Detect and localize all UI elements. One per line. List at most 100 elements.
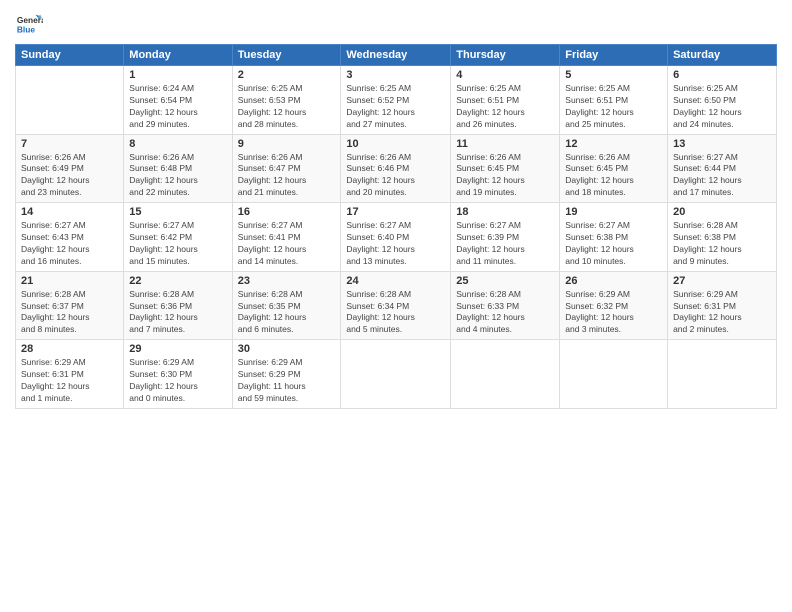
day-info: Sunrise: 6:28 AM Sunset: 6:35 PM Dayligh… xyxy=(238,289,336,337)
day-number: 11 xyxy=(456,138,554,150)
day-number: 29 xyxy=(129,343,226,355)
calendar-cell: 20 Sunrise: 6:28 AM Sunset: 6:38 PM Dayli… xyxy=(668,203,777,272)
day-number: 8 xyxy=(129,138,226,150)
day-header-wednesday: Wednesday xyxy=(341,45,451,66)
day-info: Sunrise: 6:28 AM Sunset: 6:36 PM Dayligh… xyxy=(129,289,226,337)
calendar-cell: 22 Sunrise: 6:28 AM Sunset: 6:36 PM Dayli… xyxy=(124,271,232,340)
calendar-cell xyxy=(668,340,777,409)
calendar-cell: 18 Sunrise: 6:27 AM Sunset: 6:39 PM Dayli… xyxy=(451,203,560,272)
calendar-cell: 28 Sunrise: 6:29 AM Sunset: 6:31 PM Dayli… xyxy=(16,340,124,409)
calendar-cell xyxy=(451,340,560,409)
day-number: 7 xyxy=(21,138,118,150)
day-number: 23 xyxy=(238,275,336,287)
day-number: 30 xyxy=(238,343,336,355)
day-info: Sunrise: 6:26 AM Sunset: 6:45 PM Dayligh… xyxy=(565,152,662,200)
day-info: Sunrise: 6:29 AM Sunset: 6:30 PM Dayligh… xyxy=(129,357,226,405)
page-header: General Blue xyxy=(15,10,777,38)
day-info: Sunrise: 6:24 AM Sunset: 6:54 PM Dayligh… xyxy=(129,83,226,131)
day-number: 19 xyxy=(565,206,662,218)
calendar-cell: 8 Sunrise: 6:26 AM Sunset: 6:48 PM Daylig… xyxy=(124,134,232,203)
day-info: Sunrise: 6:27 AM Sunset: 6:38 PM Dayligh… xyxy=(565,220,662,268)
svg-text:Blue: Blue xyxy=(17,24,35,34)
day-number: 20 xyxy=(673,206,771,218)
calendar-cell: 23 Sunrise: 6:28 AM Sunset: 6:35 PM Dayli… xyxy=(232,271,341,340)
calendar-cell xyxy=(341,340,451,409)
calendar-cell: 17Sunrise: 6:27 AM Sunset: 6:40 PM Dayli… xyxy=(341,203,451,272)
day-number: 14 xyxy=(21,206,118,218)
day-number: 22 xyxy=(129,275,226,287)
day-number: 28 xyxy=(21,343,118,355)
day-number: 18 xyxy=(456,206,554,218)
calendar-cell: 12 Sunrise: 6:26 AM Sunset: 6:45 PM Dayli… xyxy=(560,134,668,203)
day-header-saturday: Saturday xyxy=(668,45,777,66)
calendar-cell: 4 Sunrise: 6:25 AM Sunset: 6:51 PM Daylig… xyxy=(451,66,560,135)
calendar-cell: 3 Sunrise: 6:25 AM Sunset: 6:52 PM Daylig… xyxy=(341,66,451,135)
calendar-cell: 16 Sunrise: 6:27 AM Sunset: 6:41 PM Dayli… xyxy=(232,203,341,272)
calendar-table: SundayMondayTuesdayWednesdayThursdayFrid… xyxy=(15,44,777,409)
day-number: 2 xyxy=(238,69,336,81)
calendar-cell: 7Sunrise: 6:26 AM Sunset: 6:49 PM Daylig… xyxy=(16,134,124,203)
calendar-cell: 10 Sunrise: 6:26 AM Sunset: 6:46 PM Dayli… xyxy=(341,134,451,203)
day-info: Sunrise: 6:27 AM Sunset: 6:39 PM Dayligh… xyxy=(456,220,554,268)
day-number: 27 xyxy=(673,275,771,287)
calendar-cell: 14 Sunrise: 6:27 AM Sunset: 6:43 PM Dayli… xyxy=(16,203,124,272)
calendar-week-row: 21Sunrise: 6:28 AM Sunset: 6:37 PM Dayli… xyxy=(16,271,777,340)
day-info: Sunrise: 6:28 AM Sunset: 6:38 PM Dayligh… xyxy=(673,220,771,268)
calendar-cell: 5 Sunrise: 6:25 AM Sunset: 6:51 PM Daylig… xyxy=(560,66,668,135)
calendar-cell: 25Sunrise: 6:28 AM Sunset: 6:33 PM Dayli… xyxy=(451,271,560,340)
day-number: 21 xyxy=(21,275,118,287)
day-number: 1 xyxy=(129,69,226,81)
calendar-cell xyxy=(560,340,668,409)
day-info: Sunrise: 6:26 AM Sunset: 6:47 PM Dayligh… xyxy=(238,152,336,200)
day-info: Sunrise: 6:28 AM Sunset: 6:34 PM Dayligh… xyxy=(346,289,445,337)
calendar-cell: 30 Sunrise: 6:29 AM Sunset: 6:29 PM Dayli… xyxy=(232,340,341,409)
day-info: Sunrise: 6:25 AM Sunset: 6:51 PM Dayligh… xyxy=(456,83,554,131)
calendar-cell: 13 Sunrise: 6:27 AM Sunset: 6:44 PM Dayli… xyxy=(668,134,777,203)
calendar-cell: 11Sunrise: 6:26 AM Sunset: 6:45 PM Dayli… xyxy=(451,134,560,203)
day-info: Sunrise: 6:29 AM Sunset: 6:29 PM Dayligh… xyxy=(238,357,336,405)
day-number: 10 xyxy=(346,138,445,150)
calendar-week-row: 14 Sunrise: 6:27 AM Sunset: 6:43 PM Dayli… xyxy=(16,203,777,272)
day-header-monday: Monday xyxy=(124,45,232,66)
day-info: Sunrise: 6:26 AM Sunset: 6:48 PM Dayligh… xyxy=(129,152,226,200)
calendar-cell: 24 Sunrise: 6:28 AM Sunset: 6:34 PM Dayli… xyxy=(341,271,451,340)
day-number: 13 xyxy=(673,138,771,150)
day-number: 5 xyxy=(565,69,662,81)
calendar-week-row: 1 Sunrise: 6:24 AM Sunset: 6:54 PM Daylig… xyxy=(16,66,777,135)
day-info: Sunrise: 6:29 AM Sunset: 6:32 PM Dayligh… xyxy=(565,289,662,337)
day-info: Sunrise: 6:27 AM Sunset: 6:41 PM Dayligh… xyxy=(238,220,336,268)
calendar-cell: 15 Sunrise: 6:27 AM Sunset: 6:42 PM Dayli… xyxy=(124,203,232,272)
day-info: Sunrise: 6:29 AM Sunset: 6:31 PM Dayligh… xyxy=(673,289,771,337)
calendar-cell: 29 Sunrise: 6:29 AM Sunset: 6:30 PM Dayli… xyxy=(124,340,232,409)
day-header-sunday: Sunday xyxy=(16,45,124,66)
day-number: 12 xyxy=(565,138,662,150)
day-info: Sunrise: 6:27 AM Sunset: 6:43 PM Dayligh… xyxy=(21,220,118,268)
calendar-week-row: 28 Sunrise: 6:29 AM Sunset: 6:31 PM Dayli… xyxy=(16,340,777,409)
day-number: 15 xyxy=(129,206,226,218)
day-number: 16 xyxy=(238,206,336,218)
day-number: 3 xyxy=(346,69,445,81)
day-number: 9 xyxy=(238,138,336,150)
day-info: Sunrise: 6:26 AM Sunset: 6:46 PM Dayligh… xyxy=(346,152,445,200)
day-info: Sunrise: 6:25 AM Sunset: 6:52 PM Dayligh… xyxy=(346,83,445,131)
day-number: 24 xyxy=(346,275,445,287)
calendar-cell: 2 Sunrise: 6:25 AM Sunset: 6:53 PM Daylig… xyxy=(232,66,341,135)
calendar-header-row: SundayMondayTuesdayWednesdayThursdayFrid… xyxy=(16,45,777,66)
logo: General Blue xyxy=(15,10,43,38)
calendar-cell: 21Sunrise: 6:28 AM Sunset: 6:37 PM Dayli… xyxy=(16,271,124,340)
calendar-cell: 27 Sunrise: 6:29 AM Sunset: 6:31 PM Dayli… xyxy=(668,271,777,340)
calendar-cell: 19 Sunrise: 6:27 AM Sunset: 6:38 PM Dayli… xyxy=(560,203,668,272)
day-header-tuesday: Tuesday xyxy=(232,45,341,66)
day-info: Sunrise: 6:29 AM Sunset: 6:31 PM Dayligh… xyxy=(21,357,118,405)
day-info: Sunrise: 6:25 AM Sunset: 6:53 PM Dayligh… xyxy=(238,83,336,131)
day-number: 17 xyxy=(346,206,445,218)
day-number: 6 xyxy=(673,69,771,81)
day-info: Sunrise: 6:25 AM Sunset: 6:51 PM Dayligh… xyxy=(565,83,662,131)
day-header-thursday: Thursday xyxy=(451,45,560,66)
calendar-cell xyxy=(16,66,124,135)
day-number: 4 xyxy=(456,69,554,81)
calendar-cell: 1 Sunrise: 6:24 AM Sunset: 6:54 PM Daylig… xyxy=(124,66,232,135)
day-info: Sunrise: 6:27 AM Sunset: 6:44 PM Dayligh… xyxy=(673,152,771,200)
day-info: Sunrise: 6:27 AM Sunset: 6:42 PM Dayligh… xyxy=(129,220,226,268)
calendar-cell: 9 Sunrise: 6:26 AM Sunset: 6:47 PM Daylig… xyxy=(232,134,341,203)
